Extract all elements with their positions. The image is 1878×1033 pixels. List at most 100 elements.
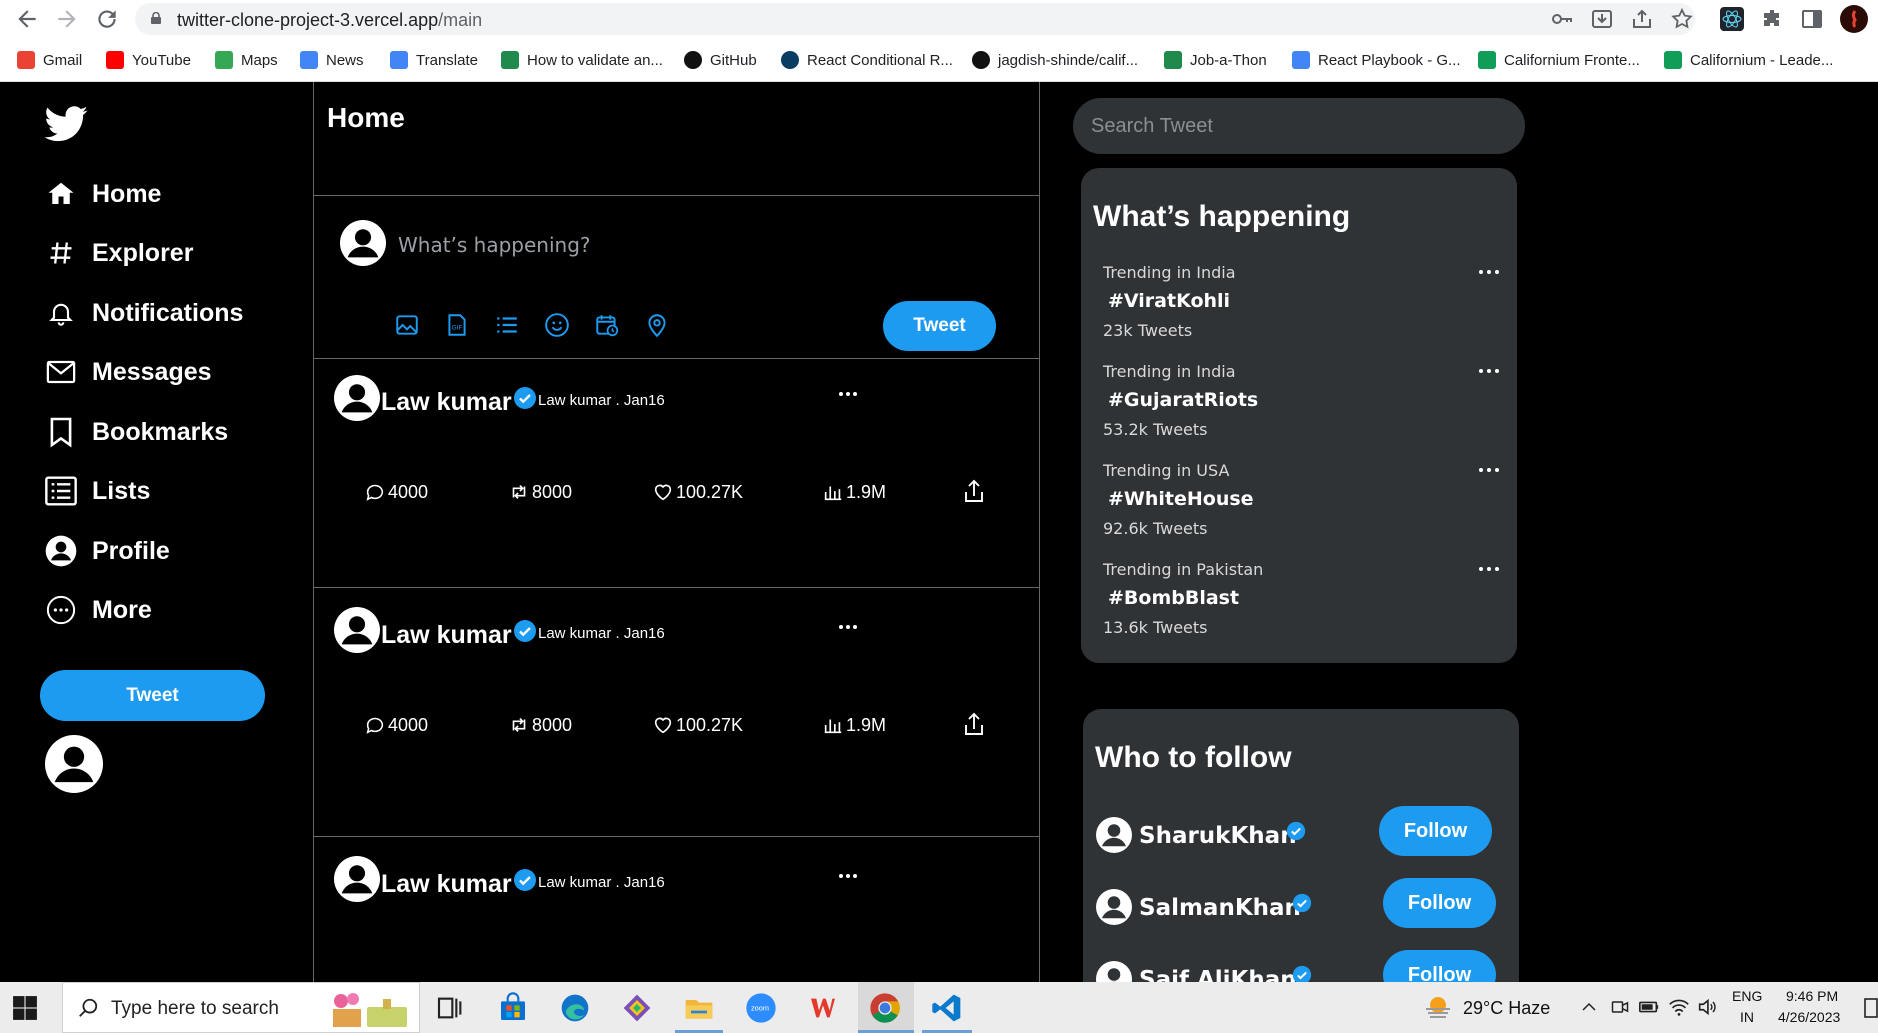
tweet-card[interactable]: Law kumar Law kumar . Jan16 4000 8000 10… bbox=[314, 607, 1039, 837]
more-horizontal-icon[interactable] bbox=[1477, 565, 1501, 573]
bookmark-react-playbook[interactable]: React Playbook - G... bbox=[1292, 48, 1461, 72]
trend-hashtag[interactable]: #BombBlast bbox=[1108, 587, 1503, 609]
trend-hashtag[interactable]: #GujaratRiots bbox=[1108, 389, 1503, 411]
user-avatar-icon[interactable] bbox=[1096, 961, 1132, 982]
zoom-icon[interactable]: zoom bbox=[745, 992, 777, 1024]
share-upload-icon[interactable] bbox=[962, 478, 986, 504]
sidebar-tweet-button[interactable]: Tweet bbox=[40, 670, 265, 721]
tweet-avatar-icon[interactable] bbox=[334, 856, 380, 902]
forward-icon[interactable] bbox=[54, 6, 80, 32]
trend-item[interactable]: Trending in India #ViratKohli 23k Tweets bbox=[1103, 263, 1503, 340]
bookmark-gfg-validate[interactable]: How to validate an... bbox=[501, 48, 663, 72]
trend-item[interactable]: Trending in Pakistan #BombBlast 13.6k Tw… bbox=[1103, 560, 1503, 637]
suggested-user-name[interactable]: Saif AliKhan bbox=[1139, 967, 1297, 982]
location-icon[interactable] bbox=[644, 312, 670, 338]
nav-messages[interactable]: Messages bbox=[44, 352, 212, 392]
taskbar-search-box[interactable]: Type here to search bbox=[62, 982, 420, 1033]
tweet-avatar-icon[interactable] bbox=[334, 375, 380, 421]
bookmark-jagdish[interactable]: jagdish-shinde/calif... bbox=[972, 48, 1138, 72]
edge-icon[interactable] bbox=[559, 992, 591, 1024]
nav-bookmarks[interactable]: Bookmarks bbox=[44, 412, 228, 452]
bookmark-maps[interactable]: Maps bbox=[215, 48, 278, 72]
extensions-icon[interactable] bbox=[1760, 7, 1784, 31]
share-upload-icon[interactable] bbox=[962, 711, 986, 737]
compose-input[interactable] bbox=[398, 230, 898, 260]
trend-item[interactable]: Trending in USA #WhiteHouse 92.6k Tweets bbox=[1103, 461, 1503, 538]
bookmark-translate[interactable]: Translate bbox=[390, 48, 478, 72]
follow-button[interactable]: Follow bbox=[1383, 878, 1496, 928]
follow-button[interactable]: Follow bbox=[1379, 806, 1492, 856]
follow-button[interactable]: Follow bbox=[1383, 950, 1496, 982]
user-avatar-icon[interactable] bbox=[1096, 889, 1132, 925]
tweet-avatar-icon[interactable] bbox=[334, 607, 380, 653]
nav-notifications[interactable]: Notifications bbox=[44, 293, 243, 333]
more-horizontal-icon[interactable] bbox=[1477, 268, 1501, 276]
reply-action[interactable]: 4000 bbox=[364, 480, 428, 504]
nav-home[interactable]: Home bbox=[44, 174, 161, 214]
weather-text[interactable]: 29°C Haze bbox=[1463, 998, 1550, 1019]
volume-icon[interactable] bbox=[1696, 996, 1718, 1018]
address-bar[interactable]: twitter-clone-project-3.vercel.app/main bbox=[135, 3, 1695, 35]
retweet-action[interactable]: 8000 bbox=[508, 480, 572, 504]
image-icon[interactable] bbox=[394, 312, 420, 338]
reply-action[interactable]: 4000 bbox=[364, 713, 428, 737]
search-input[interactable] bbox=[1073, 98, 1525, 154]
wifi-icon[interactable] bbox=[1668, 996, 1690, 1018]
trend-hashtag[interactable]: #WhiteHouse bbox=[1108, 488, 1503, 510]
vscode-icon[interactable] bbox=[931, 992, 963, 1024]
tweet-author-name[interactable]: Law kumar bbox=[381, 621, 512, 650]
microsoft-store-icon[interactable] bbox=[497, 992, 529, 1024]
clock-time[interactable]: 9:46 PM bbox=[1786, 988, 1838, 1004]
task-view-icon[interactable] bbox=[435, 992, 467, 1024]
nav-explorer[interactable]: Explorer bbox=[44, 233, 193, 273]
retweet-action[interactable]: 8000 bbox=[508, 713, 572, 737]
bookmark-react-conditional[interactable]: React Conditional R... bbox=[781, 48, 953, 72]
compose-tweet-button[interactable]: Tweet bbox=[883, 301, 996, 351]
suggested-user-name[interactable]: SalmanKhan bbox=[1139, 895, 1301, 921]
react-devtools-icon[interactable] bbox=[1720, 7, 1744, 31]
reload-icon[interactable] bbox=[94, 6, 120, 32]
tweet-author-name[interactable]: Law kumar bbox=[381, 870, 512, 899]
bookmark-news[interactable]: News bbox=[300, 48, 364, 72]
nav-more[interactable]: More bbox=[44, 590, 152, 630]
haze-weather-icon[interactable] bbox=[1423, 994, 1453, 1020]
poll-list-icon[interactable] bbox=[494, 312, 520, 338]
windows-start-icon[interactable] bbox=[12, 995, 38, 1021]
tweet-card[interactable]: Law kumar Law kumar . Jan16 bbox=[314, 856, 1039, 982]
twitter-logo-icon[interactable] bbox=[44, 106, 88, 142]
tweet-card[interactable]: Law kumar Law kumar . Jan16 4000 8000 10… bbox=[314, 358, 1039, 587]
bookmark-californium-frontend[interactable]: Californium Fronte... bbox=[1478, 48, 1640, 72]
account-avatar-icon[interactable] bbox=[45, 735, 103, 793]
emoji-icon[interactable] bbox=[544, 312, 570, 338]
views-action[interactable]: 1.9M bbox=[822, 713, 886, 737]
user-avatar-icon[interactable] bbox=[1096, 817, 1132, 853]
more-horizontal-icon[interactable] bbox=[836, 870, 860, 882]
more-horizontal-icon[interactable] bbox=[1477, 367, 1501, 375]
side-panel-icon[interactable] bbox=[1800, 7, 1824, 31]
tweet-author-name[interactable]: Law kumar bbox=[381, 388, 512, 417]
back-icon[interactable] bbox=[14, 6, 40, 32]
like-action[interactable]: 100.27K bbox=[652, 480, 743, 504]
battery-icon[interactable] bbox=[1638, 997, 1660, 1017]
file-explorer-icon[interactable] bbox=[683, 992, 715, 1024]
bookmark-job-a-thon[interactable]: Job-a-Thon bbox=[1164, 48, 1267, 72]
trend-hashtag[interactable]: #ViratKohli bbox=[1108, 290, 1503, 312]
profile-avatar-icon[interactable] bbox=[1840, 5, 1868, 33]
bookmark-github[interactable]: GitHub bbox=[684, 48, 757, 72]
chevron-up-icon[interactable] bbox=[1580, 998, 1598, 1016]
language-indicator[interactable]: ENG bbox=[1732, 988, 1762, 1004]
star-icon[interactable] bbox=[1670, 7, 1694, 31]
views-action[interactable]: 1.9M bbox=[822, 480, 886, 504]
more-horizontal-icon[interactable] bbox=[836, 621, 860, 633]
wps-office-icon[interactable] bbox=[807, 992, 839, 1024]
nav-lists[interactable]: Lists bbox=[44, 471, 150, 511]
share-icon[interactable] bbox=[1630, 7, 1654, 31]
notification-center-icon[interactable] bbox=[1864, 998, 1878, 1018]
gif-icon[interactable]: GIF bbox=[444, 312, 470, 338]
nav-profile[interactable]: Profile bbox=[44, 531, 170, 571]
git-tool-icon[interactable] bbox=[621, 992, 653, 1024]
bookmark-gmail[interactable]: Gmail bbox=[17, 48, 82, 72]
suggested-user-name[interactable]: SharukKhan bbox=[1139, 823, 1297, 849]
bookmark-youtube[interactable]: YouTube bbox=[106, 48, 191, 72]
like-action[interactable]: 100.27K bbox=[652, 713, 743, 737]
